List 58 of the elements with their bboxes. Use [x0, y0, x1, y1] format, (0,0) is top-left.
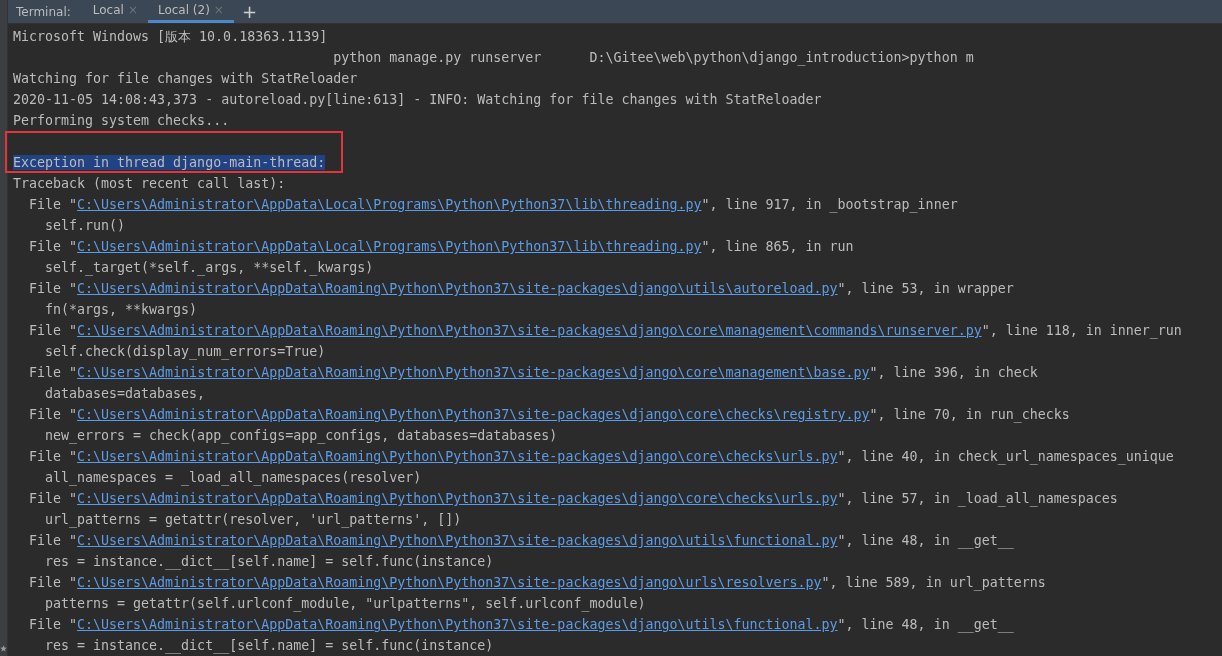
terminal-line: res = instance.__dict__[self.name] = self.func(instance) [44, 553, 495, 572]
file-path-link[interactable]: C:\Users\Administrator\AppData\Roaming\Python\Python37\site-packages\django\core\checks\registry.py [77, 407, 870, 422]
traceback-text: ", line 70, in run_checks [869, 407, 1070, 422]
file-path-link[interactable]: C:\Users\Administrator\AppData\Roaming\Python\Python37\site-packages\django\utils\functional.py [77, 617, 838, 632]
terminal-line: Watching for file changes with StatReloader [13, 70, 359, 88]
file-path-link[interactable]: C:\Users\Administrator\AppData\Local\Programs\Python\Python37\lib\threading.py [77, 197, 702, 212]
file-path-link[interactable]: C:\Users\Administrator\AppData\Roaming\Python\Python37\site-packages\django\core\checks\urls.py [77, 491, 838, 506]
traceback-text: File " [28, 197, 78, 212]
traceback-text: ", line 118, in inner_run [981, 323, 1182, 338]
traceback-text: File " [28, 239, 78, 254]
traceback-text: File " [28, 617, 78, 632]
traceback-text: File " [28, 533, 78, 548]
traceback-text: File " [28, 575, 78, 590]
file-path-link[interactable]: C:\Users\Administrator\AppData\Roaming\Python\Python37\site-packages\django\core\management\commands\runserver.py [77, 323, 982, 338]
tab-label: Local (2) [157, 3, 210, 17]
tab-label: Local [92, 3, 124, 17]
terminal-line: res = instance.__dict__[self.name] = self.func(instance) [44, 637, 495, 656]
terminal-line: self._target(*self._args, **self._kwargs) [44, 259, 375, 278]
terminal-line: Microsoft Windows [版本 10.0.18363.1139] [13, 28, 329, 46]
terminal-line: url_patterns = getattr(resolver, 'url_patterns', []) [44, 511, 463, 530]
traceback-text: File " [28, 281, 78, 296]
traceback-text: ", line 53, in wrapper [837, 281, 1014, 296]
terminal-line: Traceback (most recent call last): [13, 175, 287, 193]
terminal-line: databases=databases, [44, 385, 207, 403]
traceback-text: ", line 48, in __get__ [837, 617, 1014, 632]
file-path-link[interactable]: C:\Users\Administrator\AppData\Roaming\Python\Python37\site-packages\django\utils\autoreload.py [77, 281, 838, 296]
traceback-text: ", line 589, in url_patterns [821, 575, 1046, 590]
file-path-link[interactable]: C:\Users\Administrator\AppData\Local\Programs\Python\Python37\lib\threading.py [77, 239, 702, 254]
terminal-line: fn(*args, **kwargs) [44, 301, 199, 319]
traceback-text: ", line 396, in check [869, 365, 1038, 380]
traceback-text: ", line 57, in _load_all_namespaces [837, 491, 1118, 506]
traceback-text: ", line 48, in __get__ [837, 533, 1014, 548]
terminal-tab[interactable]: Local (2) × [147, 0, 234, 23]
terminal-line: python manage.py runserver D:\Gitee\web\python\django_introduction>python m [332, 49, 975, 68]
terminal-line: 2020-11-05 14:08:43,373 - autoreload.py[line:613] - INFO: Watching for file changes with StatReloader [13, 91, 823, 109]
new-tab-button[interactable]: + [233, 0, 265, 23]
selected-text: Exception in thread django-main-thread: [13, 155, 326, 170]
terminal-line: all_namespaces = _load_all_namespaces(resolver) [44, 469, 423, 488]
file-path-link[interactable]: C:\Users\Administrator\AppData\Roaming\Python\Python37\site-packages\django\core\management\base.py [77, 365, 870, 380]
traceback-text: File " [28, 323, 78, 338]
terminal-line: patterns = getattr(self.urlconf_module, "urlpatterns", self.urlconf_module) [44, 595, 647, 614]
traceback-text: File " [28, 449, 78, 464]
terminal-tab[interactable]: Local × [82, 0, 148, 23]
star-icon[interactable] [0, 645, 7, 652]
file-path-link[interactable]: C:\Users\Administrator\AppData\Roaming\Python\Python37\site-packages\django\core\checks\urls.py [77, 449, 838, 464]
traceback-text: ", line 40, in check_url_namespaces_unique [837, 449, 1174, 464]
traceback-text: ", line 917, in _bootstrap_inner [701, 197, 958, 212]
traceback-text: ", line 865, in run [701, 239, 854, 254]
traceback-text: File " [28, 407, 78, 422]
terminal-line: Performing system checks... [13, 112, 231, 130]
traceback-text: File " [28, 365, 78, 380]
traceback-text: File " [28, 491, 78, 506]
terminal-line: new_errors = check(app_configs=app_configs, databases=databases) [44, 427, 559, 446]
file-path-link[interactable]: C:\Users\Administrator\AppData\Roaming\Python\Python37\site-packages\django\utils\functional.py [77, 533, 838, 548]
terminal-line: self.check(display_num_errors=True) [44, 343, 327, 362]
terminal-line: self.run() [44, 217, 127, 235]
file-path-link[interactable]: C:\Users\Administrator\AppData\Roaming\Python\Python37\site-packages\django\urls\resolvers.py [77, 575, 822, 590]
terminal-label: Terminal: [15, 3, 72, 21]
